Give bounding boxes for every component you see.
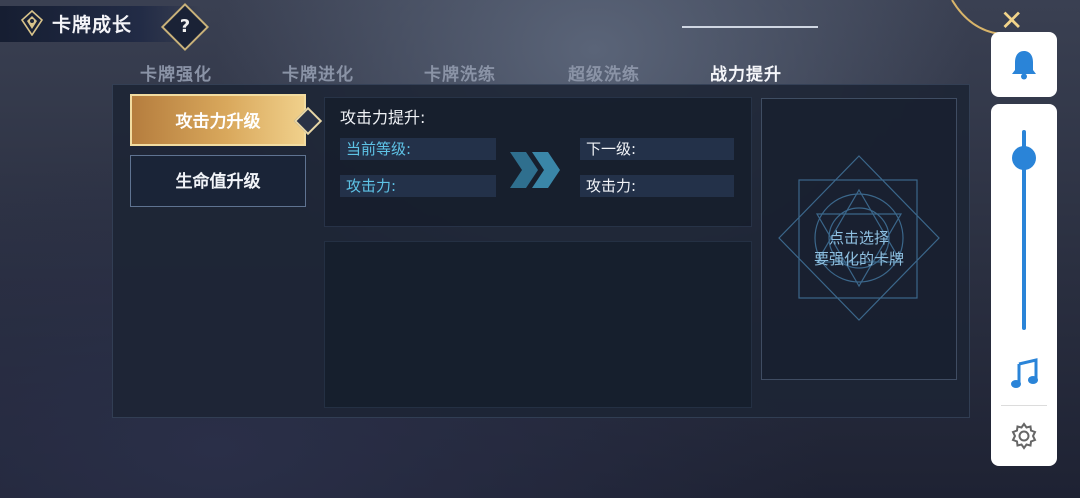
upgrade-details-panel [324, 241, 752, 408]
volume-slider-knob[interactable] [1012, 146, 1036, 170]
controls-divider [1001, 405, 1047, 406]
current-attack-field: 攻击力: [340, 175, 496, 197]
tab-bar: 卡牌强化 卡牌进化 卡牌洗练 超级洗练 战力提升 [112, 56, 968, 85]
tab-power-up[interactable]: 战力提升 [710, 60, 782, 85]
tab-card-enhance[interactable]: 卡牌强化 [140, 60, 212, 85]
help-icon: ? [179, 16, 191, 37]
card-growth-emblem-icon [20, 10, 44, 36]
settings-gear-icon[interactable] [1010, 422, 1038, 450]
double-chevron-right-icon [510, 152, 560, 188]
select-card-prompt: 点击选择 要强化的卡牌 [761, 228, 957, 270]
attack-upgrade-button[interactable]: 攻击力升级 [130, 94, 306, 146]
active-tab-underline [682, 26, 818, 28]
page-title: 卡牌成长 [52, 14, 133, 36]
next-level-field: 下一级: [580, 138, 734, 160]
stat-panel-title: 攻击力提升: [340, 108, 426, 127]
tab-card-evolve[interactable]: 卡牌进化 [282, 60, 354, 85]
next-attack-field: 攻击力: [580, 175, 734, 197]
tab-card-refine[interactable]: 卡牌洗练 [424, 60, 496, 85]
select-card-line1: 点击选择 [828, 229, 889, 247]
bell-icon[interactable] [1010, 48, 1038, 80]
select-card-line2: 要强化的卡牌 [813, 250, 904, 268]
tab-super-refine[interactable]: 超级洗练 [568, 60, 640, 85]
health-upgrade-button[interactable]: 生命值升级 [130, 155, 306, 207]
current-level-field: 当前等级: [340, 138, 496, 160]
music-note-icon[interactable] [1010, 358, 1040, 390]
